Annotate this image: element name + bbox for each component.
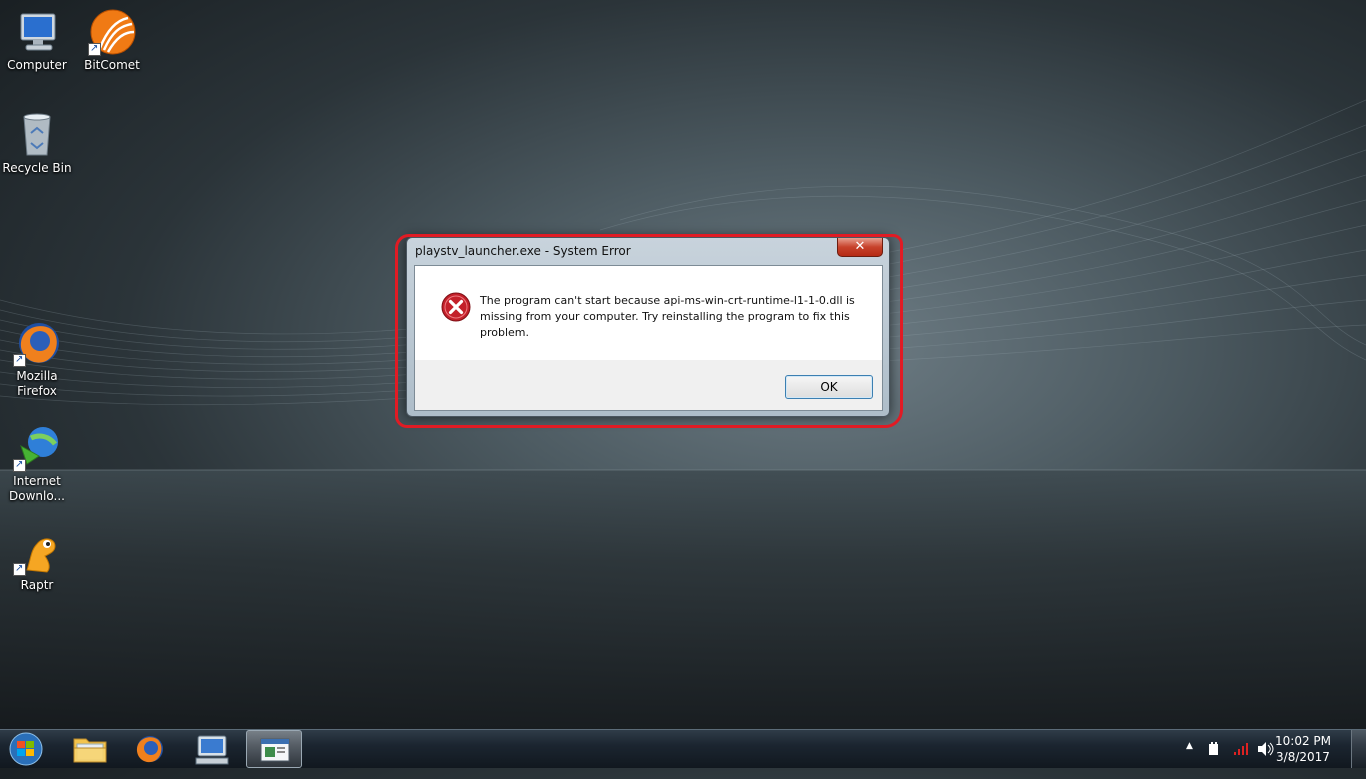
taskbar-firefox[interactable]	[122, 730, 178, 768]
error-icon	[441, 292, 471, 322]
network-icon[interactable]	[1232, 740, 1252, 778]
taskbar-remote-desktop[interactable]	[184, 730, 240, 768]
show-desktop-button[interactable]	[1351, 730, 1366, 768]
dialog-client-area: The program can't start because api-ms-w…	[414, 265, 883, 411]
firefox-icon	[136, 736, 163, 763]
desktop-icon-label: Internet Downlo...	[9, 474, 65, 503]
desktop-icon-firefox[interactable]: Mozilla Firefox	[1, 319, 73, 399]
computer-icon	[13, 8, 61, 56]
system-error-dialog: playstv_launcher.exe - System Error ✕ Th…	[406, 237, 890, 417]
windows-orb-icon	[9, 732, 43, 766]
taskbar: ▲ 10:02 PM 3/8/2017	[0, 729, 1366, 768]
desktop: Computer BitComet Recycle Bin	[0, 0, 1366, 729]
dialog-title: playstv_launcher.exe - System Error	[415, 244, 631, 258]
bitcomet-icon	[88, 8, 136, 56]
shortcut-arrow-icon	[13, 352, 26, 367]
desktop-icon-label: Mozilla Firefox	[16, 369, 58, 398]
show-hidden-icons-button[interactable]: ▲	[1186, 741, 1193, 779]
dialog-button-area: OK	[415, 360, 882, 410]
desktop-icon-recycle-bin[interactable]: Recycle Bin	[1, 111, 73, 176]
shortcut-arrow-icon	[13, 457, 26, 472]
error-message: The program can't start because api-ms-w…	[480, 294, 855, 339]
remote-desktop-icon	[195, 735, 229, 765]
desktop-icon-bitcomet[interactable]: BitComet	[76, 8, 148, 73]
desktop-icon-internet-download-manager[interactable]: Internet Downlo...	[1, 424, 73, 504]
folder-icon	[73, 738, 107, 763]
shortcut-arrow-icon	[88, 41, 101, 56]
recycle-bin-icon	[13, 111, 61, 159]
taskbar-windows-explorer[interactable]	[62, 730, 118, 768]
desktop-icon-label: Recycle Bin	[2, 161, 72, 175]
firefox-icon	[13, 319, 61, 367]
clock-time: 10:02 PM	[1275, 734, 1331, 748]
desktop-icon-label: Raptr	[20, 578, 54, 592]
clock-date: 3/8/2017	[1276, 750, 1330, 764]
dialog-close-button[interactable]: ✕	[837, 238, 883, 257]
ok-button[interactable]: OK	[785, 375, 873, 399]
internet-download-manager-icon	[13, 424, 61, 472]
desktop-icon-raptr[interactable]: Raptr	[1, 528, 73, 593]
action-center-icon[interactable]	[1206, 740, 1222, 778]
start-button[interactable]	[4, 731, 48, 767]
system-clock[interactable]: 10:02 PM 3/8/2017	[1268, 733, 1338, 765]
desktop-icon-computer[interactable]: Computer	[1, 8, 73, 73]
raptr-icon	[13, 528, 61, 576]
desktop-icon-label: BitComet	[84, 58, 140, 72]
shortcut-arrow-icon	[13, 561, 26, 576]
desktop-icon-label: Computer	[7, 58, 67, 72]
application-window-icon	[260, 738, 290, 762]
taskbar-active-window[interactable]	[246, 730, 302, 768]
